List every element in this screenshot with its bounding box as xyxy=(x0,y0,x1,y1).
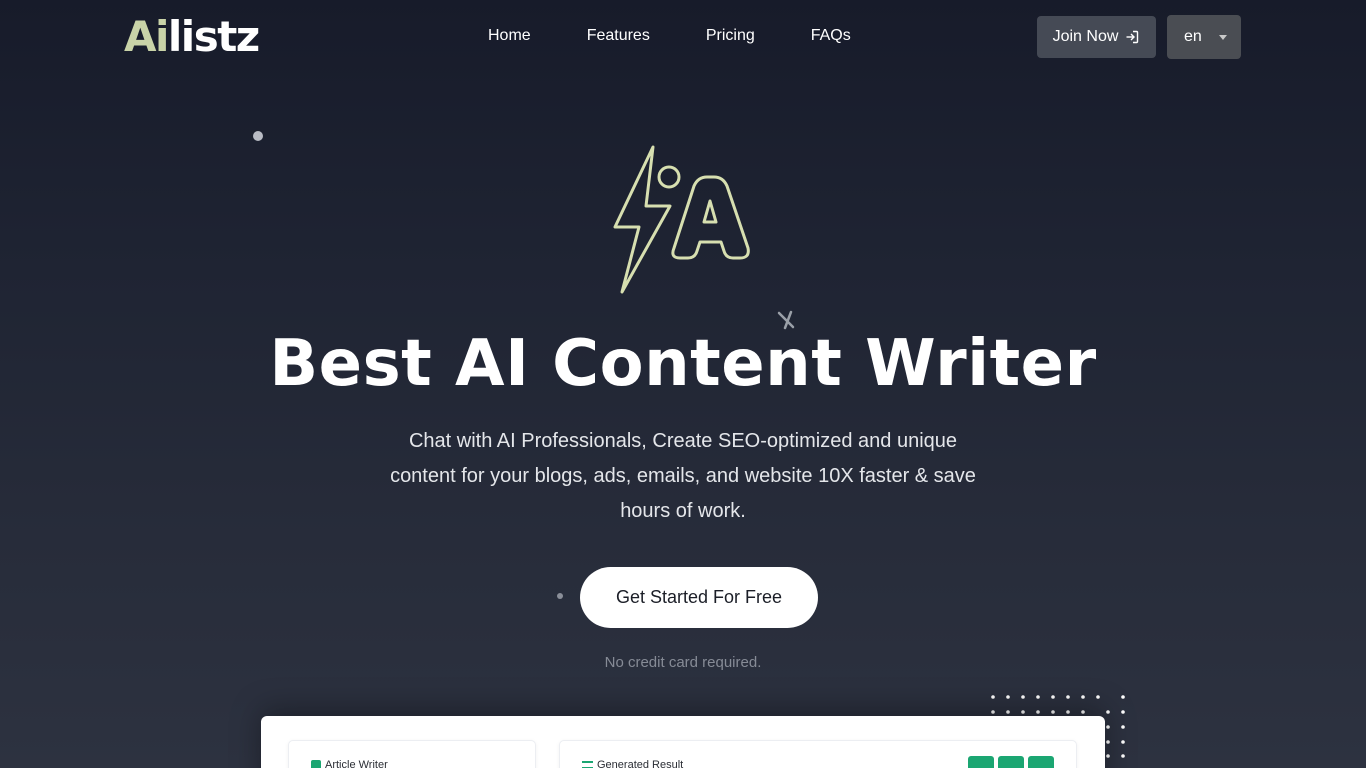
edit-icon xyxy=(311,760,321,768)
join-now-button[interactable]: Join Now xyxy=(1037,16,1156,58)
nav-link-faqs[interactable]: FAQs xyxy=(811,26,851,46)
app-preview-card: Article Writer Generated Result xyxy=(261,716,1105,768)
generated-result-panel: Generated Result xyxy=(559,740,1077,768)
top-navbar: Ailistz Home Features Pricing FAQs Join … xyxy=(0,0,1366,74)
login-arrow-icon xyxy=(1126,30,1139,44)
logo[interactable]: Ailistz xyxy=(124,12,260,61)
decor-dot-small xyxy=(557,593,563,599)
logo-rest-text: listz xyxy=(167,12,260,61)
generated-result-title: Generated Result xyxy=(582,759,683,768)
language-label: en xyxy=(1184,28,1202,45)
article-writer-title: Article Writer xyxy=(311,759,388,768)
hero-title: Best AI Content Writer xyxy=(269,327,1097,401)
nav-link-features[interactable]: Features xyxy=(587,26,650,46)
no-credit-card-note: No credit card required. xyxy=(604,654,762,671)
decor-dot xyxy=(253,131,263,141)
nav-link-home[interactable]: Home xyxy=(488,26,531,46)
get-started-button[interactable]: Get Started For Free xyxy=(580,567,818,628)
list-icon xyxy=(582,761,593,768)
join-now-label: Join Now xyxy=(1052,28,1119,45)
export-doc-button[interactable] xyxy=(968,756,994,768)
caret-down-icon xyxy=(1218,34,1227,40)
nav-link-pricing[interactable]: Pricing xyxy=(706,26,755,46)
article-writer-panel: Article Writer xyxy=(288,740,536,768)
copy-button[interactable] xyxy=(1028,756,1054,768)
result-actions xyxy=(968,756,1054,768)
language-dropdown[interactable]: en xyxy=(1167,15,1241,59)
article-writer-label: Article Writer xyxy=(325,759,388,768)
nav-links: Home Features Pricing FAQs xyxy=(488,26,907,46)
hero-subtitle: Chat with AI Professionals, Create SEO-o… xyxy=(390,430,976,522)
generated-result-label: Generated Result xyxy=(597,759,684,768)
export-pdf-button[interactable] xyxy=(998,756,1024,768)
lightning-a-logo-icon xyxy=(613,145,750,294)
logo-ai-text: Ai xyxy=(124,12,169,61)
